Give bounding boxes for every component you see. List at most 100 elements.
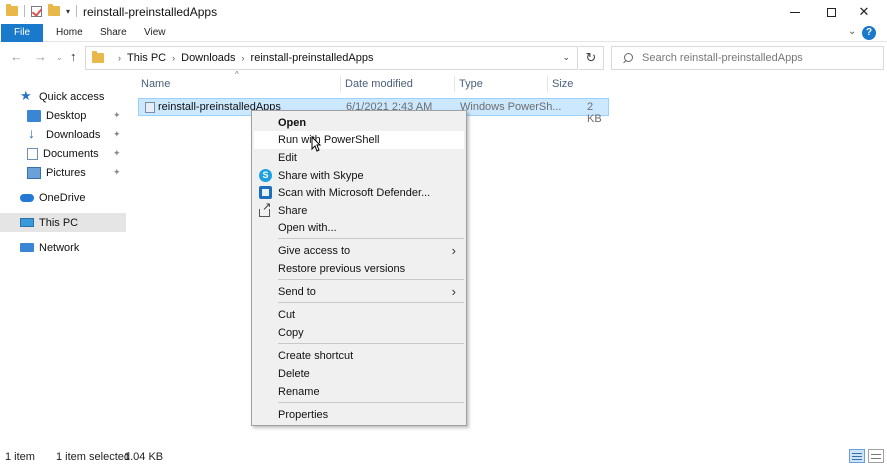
- menu-item-cut[interactable]: Cut: [254, 306, 464, 324]
- column-header-name[interactable]: Name: [141, 74, 170, 94]
- menu-item-properties[interactable]: Properties: [254, 406, 464, 424]
- submenu-chevron-icon: ›: [451, 284, 456, 299]
- menu-item-create-shortcut[interactable]: Create shortcut: [254, 347, 464, 365]
- quick-access-toolbar: ▾: [6, 4, 78, 17]
- close-icon: ✕: [858, 4, 870, 19]
- customize-toolbar-dropdown-icon[interactable]: ▾: [66, 7, 70, 16]
- details-view-icon: [852, 459, 862, 460]
- sidebar-item-this-pc[interactable]: This PC: [0, 213, 126, 232]
- refresh-button[interactable]: ↻: [579, 46, 604, 70]
- details-view-icon: [852, 456, 862, 457]
- refresh-icon: ↻: [585, 50, 597, 65]
- address-history-dropdown-icon[interactable]: ⌄: [562, 52, 570, 63]
- submenu-chevron-icon: ›: [451, 243, 456, 258]
- window-title: reinstall-preinstalledApps: [83, 5, 218, 19]
- sidebar-item-desktop[interactable]: Desktop ✦: [0, 106, 126, 125]
- share-icon: [259, 200, 271, 217]
- breadcrumb-this-pc[interactable]: This PC: [127, 52, 166, 64]
- back-arrow-icon[interactable]: ←: [10, 49, 23, 64]
- sort-ascending-icon: ^: [235, 70, 239, 79]
- sidebar-item-downloads[interactable]: Downloads ✦: [0, 125, 126, 144]
- breadcrumb-downloads[interactable]: Downloads: [181, 52, 235, 64]
- expand-ribbon-icon[interactable]: ⌄: [848, 26, 856, 37]
- tab-share[interactable]: Share: [100, 24, 127, 42]
- menu-item-scan-with-defender[interactable]: Scan with Microsoft Defender...: [254, 184, 464, 202]
- large-icons-view-icon: [871, 458, 881, 459]
- menu-item-share-with-skype[interactable]: S Share with Skype: [254, 167, 464, 185]
- column-header-size[interactable]: Size: [552, 74, 573, 94]
- sidebar-item-label: OneDrive: [39, 191, 86, 204]
- toolbar-divider: [24, 5, 25, 17]
- desktop-icon: [27, 109, 41, 122]
- menu-item-label: Create shortcut: [278, 350, 354, 362]
- sidebar-item-label: Downloads: [46, 128, 101, 141]
- menu-item-copy[interactable]: Copy: [254, 324, 464, 342]
- sidebar-item-network[interactable]: Network: [0, 238, 126, 257]
- search-icon: [622, 52, 633, 64]
- menu-separator: [278, 302, 464, 303]
- details-view-button[interactable]: [849, 449, 865, 463]
- sidebar-item-label: Pictures: [46, 166, 86, 179]
- menu-separator: [278, 238, 464, 239]
- menu-item-label: Rename: [278, 386, 320, 398]
- up-arrow-icon[interactable]: ↑: [70, 49, 77, 64]
- sidebar-item-label: Desktop: [46, 109, 87, 122]
- menu-item-label: Share: [278, 205, 308, 217]
- menu-item-delete[interactable]: Delete: [254, 365, 464, 383]
- sidebar-item-documents[interactable]: Documents ✦: [0, 144, 126, 163]
- sidebar-item-pictures[interactable]: Pictures ✦: [0, 163, 126, 182]
- menu-item-share[interactable]: Share: [254, 200, 464, 220]
- pin-icon[interactable]: ✦: [113, 148, 121, 159]
- menu-item-open[interactable]: Open: [254, 114, 464, 132]
- recent-locations-dropdown-icon[interactable]: ⌄: [56, 53, 63, 62]
- navigation-pane: Quick access Desktop ✦ Downloads ✦ Docum…: [0, 74, 126, 446]
- column-divider[interactable]: [547, 76, 548, 92]
- tab-home[interactable]: Home: [56, 24, 83, 42]
- ribbon-tabs: File Home Share View ⌄ ?: [0, 24, 887, 42]
- column-divider[interactable]: [340, 76, 341, 92]
- forward-arrow-icon[interactable]: →: [34, 49, 47, 64]
- file-type: Windows PowerSh...: [460, 101, 562, 113]
- close-button[interactable]: ✕: [841, 0, 887, 24]
- search-placeholder: Search reinstall-preinstalledApps: [642, 52, 803, 64]
- toolbar-divider: [76, 5, 78, 17]
- properties-check-icon[interactable]: [31, 5, 42, 17]
- breadcrumb-current-folder[interactable]: reinstall-preinstalledApps: [251, 52, 374, 64]
- skype-icon: S: [259, 169, 272, 182]
- pin-icon[interactable]: ✦: [113, 110, 121, 121]
- star-icon: [20, 88, 34, 104]
- menu-separator: [278, 402, 464, 403]
- menu-item-give-access-to[interactable]: Give access to ›: [254, 242, 464, 260]
- search-input[interactable]: Search reinstall-preinstalledApps: [611, 46, 884, 70]
- column-divider[interactable]: [454, 76, 455, 92]
- pin-icon[interactable]: ✦: [113, 129, 121, 140]
- address-bar[interactable]: › This PC › Downloads › reinstall-preins…: [85, 46, 578, 70]
- mouse-pointer-icon: [311, 136, 321, 152]
- new-folder-icon[interactable]: [48, 4, 60, 16]
- tab-file[interactable]: File: [1, 24, 43, 42]
- menu-item-restore-previous-versions[interactable]: Restore previous versions: [254, 260, 464, 278]
- menu-item-open-with[interactable]: Open with...: [254, 219, 464, 237]
- breadcrumb-chevron-icon[interactable]: ›: [242, 53, 245, 63]
- menu-item-rename[interactable]: Rename: [254, 383, 464, 401]
- sidebar-item-label: This PC: [39, 216, 79, 229]
- documents-icon: [27, 147, 38, 160]
- menu-item-label: Properties: [278, 409, 329, 421]
- pin-icon[interactable]: ✦: [113, 167, 121, 178]
- column-header-type[interactable]: Type: [459, 74, 483, 94]
- sidebar-item-label: Quick access: [39, 90, 105, 103]
- breadcrumb-chevron-icon[interactable]: ›: [118, 53, 121, 63]
- tab-view[interactable]: View: [144, 24, 166, 42]
- menu-item-send-to[interactable]: Send to ›: [254, 283, 464, 301]
- menu-item-run-with-powershell[interactable]: Run with PowerShell: [254, 131, 464, 149]
- menu-item-edit[interactable]: Edit: [254, 149, 464, 167]
- breadcrumb-chevron-icon[interactable]: ›: [172, 53, 175, 63]
- help-icon[interactable]: ?: [862, 26, 876, 40]
- large-icons-view-button[interactable]: [868, 449, 884, 463]
- menu-separator: [278, 279, 464, 280]
- sidebar-item-quick-access[interactable]: Quick access: [0, 87, 126, 106]
- column-header-date-modified[interactable]: Date modified: [345, 74, 413, 94]
- powershell-script-icon: [145, 102, 155, 113]
- pictures-icon: [27, 166, 41, 179]
- sidebar-item-onedrive[interactable]: OneDrive: [0, 188, 126, 207]
